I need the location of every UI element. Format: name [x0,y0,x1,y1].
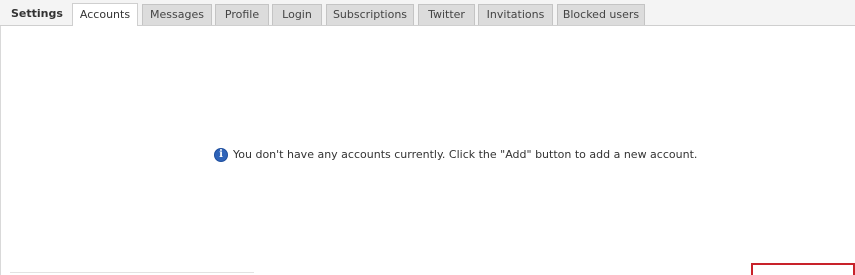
empty-accounts-notice: i You don't have any accounts currently.… [214,147,697,163]
tab-login[interactable]: Login [272,4,322,25]
tab-invitations[interactable]: Invitations [478,4,553,25]
info-icon: i [214,148,228,162]
empty-accounts-message: You don't have any accounts currently. C… [233,148,698,161]
tab-bar: Settings Accounts Messages Profile Login… [0,0,855,26]
tab-subscriptions[interactable]: Subscriptions [326,4,414,25]
bottom-divider [10,272,254,273]
settings-title: Settings [11,7,63,20]
add-button-highlight[interactable] [751,263,855,275]
tab-blocked-users[interactable]: Blocked users [557,4,645,25]
content-left-border [0,26,1,275]
tab-accounts[interactable]: Accounts [72,3,138,26]
settings-page: Settings Accounts Messages Profile Login… [0,0,855,275]
tab-profile[interactable]: Profile [215,4,269,25]
tab-messages[interactable]: Messages [142,4,212,25]
tab-twitter[interactable]: Twitter [418,4,475,25]
